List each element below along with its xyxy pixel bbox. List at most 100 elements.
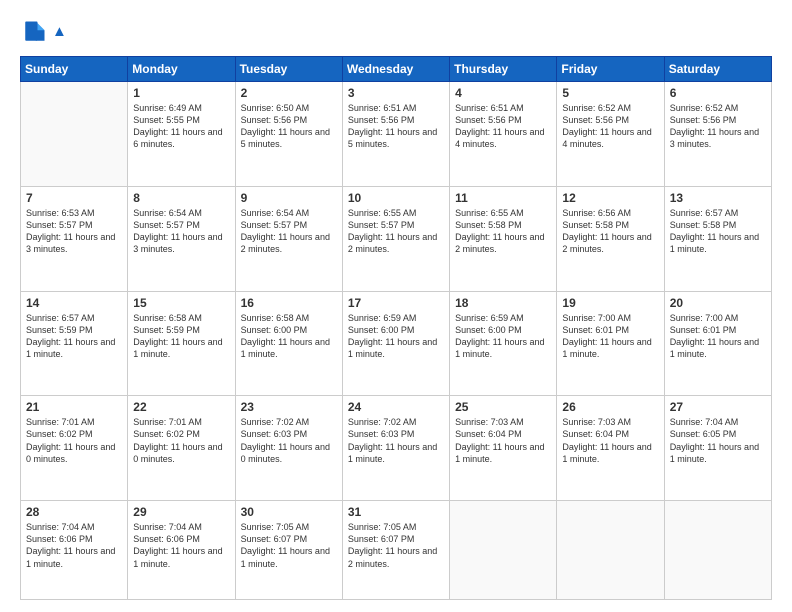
day-info: Sunrise: 7:05 AM Sunset: 6:07 PM Dayligh… <box>241 521 337 570</box>
day-number: 7 <box>26 191 122 205</box>
calendar-cell: 4Sunrise: 6:51 AM Sunset: 5:56 PM Daylig… <box>450 82 557 187</box>
day-info: Sunrise: 6:55 AM Sunset: 5:57 PM Dayligh… <box>348 207 444 256</box>
calendar-cell: 20 Sunrise: 7:00 AM Sunset: 6:01 PM Dayli… <box>664 291 771 396</box>
calendar-cell: 19 Sunrise: 7:00 AM Sunset: 6:01 PM Dayli… <box>557 291 664 396</box>
day-number: 19 <box>562 296 658 310</box>
calendar-day-header: Saturday <box>664 57 771 82</box>
day-info: Sunrise: 6:51 AM Sunset: 5:56 PM Dayligh… <box>348 102 444 151</box>
calendar-cell: 29 Sunrise: 7:04 AM Sunset: 6:06 PM Dayli… <box>128 501 235 600</box>
day-info: Sunrise: 6:49 AM Sunset: 5:55 PM Dayligh… <box>133 102 229 151</box>
calendar-cell: 15Sunrise: 6:58 AM Sunset: 5:59 PM Dayli… <box>128 291 235 396</box>
calendar-cell <box>557 501 664 600</box>
day-info: Sunrise: 7:04 AM Sunset: 6:05 PM Dayligh… <box>670 416 766 465</box>
day-info: Sunrise: 7:01 AM Sunset: 6:02 PM Dayligh… <box>133 416 229 465</box>
day-number: 11 <box>455 191 551 205</box>
day-number: 9 <box>241 191 337 205</box>
calendar-cell: 25 Sunrise: 7:03 AM Sunset: 6:04 PM Dayli… <box>450 396 557 501</box>
day-number: 22 <box>133 400 229 414</box>
calendar-day-header: Wednesday <box>342 57 449 82</box>
day-info: Sunrise: 6:52 AM Sunset: 5:56 PM Dayligh… <box>562 102 658 151</box>
day-info: Sunrise: 6:59 AM Sunset: 6:00 PM Dayligh… <box>348 312 444 361</box>
day-number: 8 <box>133 191 229 205</box>
day-number: 13 <box>670 191 766 205</box>
page: ▲ SundayMondayTuesdayWednesdayThursdayFr… <box>0 0 792 612</box>
calendar-cell: 17 Sunrise: 6:59 AM Sunset: 6:00 PM Dayli… <box>342 291 449 396</box>
calendar-header-row: SundayMondayTuesdayWednesdayThursdayFrid… <box>21 57 772 82</box>
day-info: Sunrise: 6:56 AM Sunset: 5:58 PM Dayligh… <box>562 207 658 256</box>
logo-text: ▲ <box>52 24 67 41</box>
calendar-week-row: 7 Sunrise: 6:53 AM Sunset: 5:57 PM Daylig… <box>21 186 772 291</box>
day-info: Sunrise: 6:55 AM Sunset: 5:58 PM Dayligh… <box>455 207 551 256</box>
calendar-cell <box>664 501 771 600</box>
calendar-cell: 12 Sunrise: 6:56 AM Sunset: 5:58 PM Dayli… <box>557 186 664 291</box>
calendar-cell: 22 Sunrise: 7:01 AM Sunset: 6:02 PM Dayli… <box>128 396 235 501</box>
calendar-week-row: 28 Sunrise: 7:04 AM Sunset: 6:06 PM Dayli… <box>21 501 772 600</box>
day-info: Sunrise: 7:00 AM Sunset: 6:01 PM Dayligh… <box>670 312 766 361</box>
calendar-cell: 3 Sunrise: 6:51 AM Sunset: 5:56 PM Daylig… <box>342 82 449 187</box>
day-number: 6 <box>670 86 766 100</box>
calendar-cell: 8 Sunrise: 6:54 AM Sunset: 5:57 PM Daylig… <box>128 186 235 291</box>
calendar-cell: 14 Sunrise: 6:57 AM Sunset: 5:59 PM Dayli… <box>21 291 128 396</box>
day-info: Sunrise: 6:57 AM Sunset: 5:58 PM Dayligh… <box>670 207 766 256</box>
day-number: 29 <box>133 505 229 519</box>
day-info: Sunrise: 6:54 AM Sunset: 5:57 PM Dayligh… <box>241 207 337 256</box>
day-number: 18 <box>455 296 551 310</box>
day-info: Sunrise: 6:54 AM Sunset: 5:57 PM Dayligh… <box>133 207 229 256</box>
day-number: 16 <box>241 296 337 310</box>
day-info: Sunrise: 6:57 AM Sunset: 5:59 PM Dayligh… <box>26 312 122 361</box>
calendar-day-header: Sunday <box>21 57 128 82</box>
calendar-day-header: Thursday <box>450 57 557 82</box>
calendar-cell: 5 Sunrise: 6:52 AM Sunset: 5:56 PM Daylig… <box>557 82 664 187</box>
calendar-day-header: Tuesday <box>235 57 342 82</box>
day-number: 20 <box>670 296 766 310</box>
day-number: 23 <box>241 400 337 414</box>
calendar-cell: 27Sunrise: 7:04 AM Sunset: 6:05 PM Dayli… <box>664 396 771 501</box>
calendar-cell: 26 Sunrise: 7:03 AM Sunset: 6:04 PM Dayli… <box>557 396 664 501</box>
day-info: Sunrise: 7:03 AM Sunset: 6:04 PM Dayligh… <box>455 416 551 465</box>
day-info: Sunrise: 7:05 AM Sunset: 6:07 PM Dayligh… <box>348 521 444 570</box>
calendar-cell: 2 Sunrise: 6:50 AM Sunset: 5:56 PM Daylig… <box>235 82 342 187</box>
day-info: Sunrise: 7:03 AM Sunset: 6:04 PM Dayligh… <box>562 416 658 465</box>
calendar-cell <box>21 82 128 187</box>
calendar-cell: 24Sunrise: 7:02 AM Sunset: 6:03 PM Dayli… <box>342 396 449 501</box>
day-info: Sunrise: 6:53 AM Sunset: 5:57 PM Dayligh… <box>26 207 122 256</box>
day-info: Sunrise: 6:58 AM Sunset: 6:00 PM Dayligh… <box>241 312 337 361</box>
calendar-cell: 18Sunrise: 6:59 AM Sunset: 6:00 PM Dayli… <box>450 291 557 396</box>
calendar-cell: 7 Sunrise: 6:53 AM Sunset: 5:57 PM Daylig… <box>21 186 128 291</box>
day-info: Sunrise: 7:04 AM Sunset: 6:06 PM Dayligh… <box>26 521 122 570</box>
calendar-cell: 23Sunrise: 7:02 AM Sunset: 6:03 PM Dayli… <box>235 396 342 501</box>
day-number: 4 <box>455 86 551 100</box>
logo: ▲ <box>20 18 67 46</box>
day-number: 2 <box>241 86 337 100</box>
day-number: 25 <box>455 400 551 414</box>
day-number: 14 <box>26 296 122 310</box>
day-number: 26 <box>562 400 658 414</box>
calendar-cell: 28 Sunrise: 7:04 AM Sunset: 6:06 PM Dayli… <box>21 501 128 600</box>
day-number: 17 <box>348 296 444 310</box>
day-number: 12 <box>562 191 658 205</box>
day-number: 30 <box>241 505 337 519</box>
calendar-week-row: 1Sunrise: 6:49 AM Sunset: 5:55 PM Daylig… <box>21 82 772 187</box>
day-info: Sunrise: 7:02 AM Sunset: 6:03 PM Dayligh… <box>348 416 444 465</box>
day-info: Sunrise: 7:01 AM Sunset: 6:02 PM Dayligh… <box>26 416 122 465</box>
calendar-cell <box>450 501 557 600</box>
calendar-cell: 9 Sunrise: 6:54 AM Sunset: 5:57 PM Daylig… <box>235 186 342 291</box>
calendar-cell: 16 Sunrise: 6:58 AM Sunset: 6:00 PM Dayli… <box>235 291 342 396</box>
calendar-day-header: Friday <box>557 57 664 82</box>
day-info: Sunrise: 6:50 AM Sunset: 5:56 PM Dayligh… <box>241 102 337 151</box>
day-number: 3 <box>348 86 444 100</box>
day-number: 21 <box>26 400 122 414</box>
day-number: 10 <box>348 191 444 205</box>
day-number: 5 <box>562 86 658 100</box>
day-info: Sunrise: 7:00 AM Sunset: 6:01 PM Dayligh… <box>562 312 658 361</box>
day-info: Sunrise: 7:04 AM Sunset: 6:06 PM Dayligh… <box>133 521 229 570</box>
calendar-cell: 31Sunrise: 7:05 AM Sunset: 6:07 PM Dayli… <box>342 501 449 600</box>
day-number: 28 <box>26 505 122 519</box>
logo-icon <box>20 18 48 46</box>
calendar-day-header: Monday <box>128 57 235 82</box>
header: ▲ <box>20 18 772 46</box>
calendar-cell: 30 Sunrise: 7:05 AM Sunset: 6:07 PM Dayli… <box>235 501 342 600</box>
calendar-table: SundayMondayTuesdayWednesdayThursdayFrid… <box>20 56 772 600</box>
calendar-cell: 1Sunrise: 6:49 AM Sunset: 5:55 PM Daylig… <box>128 82 235 187</box>
day-info: Sunrise: 6:58 AM Sunset: 5:59 PM Dayligh… <box>133 312 229 361</box>
